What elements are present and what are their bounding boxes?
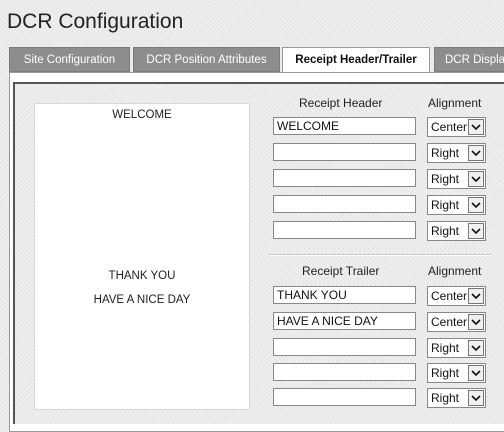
trailer-line-3-input[interactable] [273,338,416,356]
chevron-down-icon[interactable] [468,145,484,161]
alignment-value: Right [431,198,460,212]
chevron-down-icon[interactable] [468,340,484,356]
trailer-line-4-input[interactable] [273,363,416,381]
tab-bar: Site Configuration DCR Position Attribut… [9,47,504,74]
chevron-down-icon[interactable] [468,365,484,381]
chevron-down-icon[interactable] [468,390,484,406]
header-line-5-alignment-select[interactable]: Right [427,221,486,241]
receipt-header-column-label: Receipt Header [299,96,383,110]
tab-dcr-display[interactable]: DCR Display [434,47,504,72]
alignment-value: Center [431,289,468,303]
alignment-value: Right [431,146,460,160]
trailer-line-1-alignment-select[interactable]: Center [427,286,486,306]
preview-trailer-line: THANK YOU [108,270,176,282]
header-line-3-input[interactable] [273,169,416,187]
trailer-line-3-alignment-select[interactable]: Right [427,338,486,358]
alignment-value: Right [431,341,460,355]
header-line-4-alignment-select[interactable]: Right [427,195,486,215]
header-line-2-input[interactable] [273,143,416,161]
chevron-down-icon[interactable] [468,223,484,239]
receipt-trailer-column-label: Receipt Trailer [302,264,380,278]
chevron-down-icon[interactable] [468,314,484,330]
header-line-2-alignment-select[interactable]: Right [427,143,486,163]
header-line-3-alignment-select[interactable]: Right [427,169,486,189]
header-alignment-column-label: Alignment [428,96,482,110]
chevron-down-icon[interactable] [468,288,484,304]
trailer-line-5-input[interactable] [273,388,416,406]
alignment-value: Center [431,120,468,134]
alignment-value: Right [431,224,460,238]
alignment-value: Right [431,391,460,405]
alignment-value: Right [431,366,460,380]
preview-header-line: WELCOME [112,109,172,121]
trailer-line-1-input[interactable]: THANK YOU [273,286,416,304]
tab-dcr-position-attributes[interactable]: DCR Position Attributes [133,47,280,72]
trailer-line-2-input[interactable]: HAVE A NICE DAY [273,312,416,330]
page-title: DCR Configuration [7,10,184,33]
header-line-1-alignment-select[interactable]: Center [427,117,486,137]
tab-receipt-header-trailer[interactable]: Receipt Header/Trailer [282,47,430,74]
trailer-line-2-alignment-select[interactable]: Center [427,312,486,332]
alignment-value: Center [431,315,468,329]
header-line-5-input[interactable] [273,221,416,239]
receipt-preview: WELCOME THANK YOU HAVE A NICE DAY [34,103,250,410]
alignment-value: Right [431,172,460,186]
section-divider [268,254,492,256]
tab-site-configuration[interactable]: Site Configuration [9,47,130,72]
header-line-4-input[interactable] [273,195,416,213]
trailer-alignment-column-label: Alignment [428,264,482,278]
chevron-down-icon[interactable] [468,171,484,187]
trailer-line-4-alignment-select[interactable]: Right [427,363,486,383]
trailer-line-5-alignment-select[interactable]: Right [427,388,486,408]
header-line-1-input[interactable]: WELCOME [273,117,416,135]
chevron-down-icon[interactable] [468,119,484,135]
preview-trailer-line: HAVE A NICE DAY [93,294,191,306]
chevron-down-icon[interactable] [468,197,484,213]
